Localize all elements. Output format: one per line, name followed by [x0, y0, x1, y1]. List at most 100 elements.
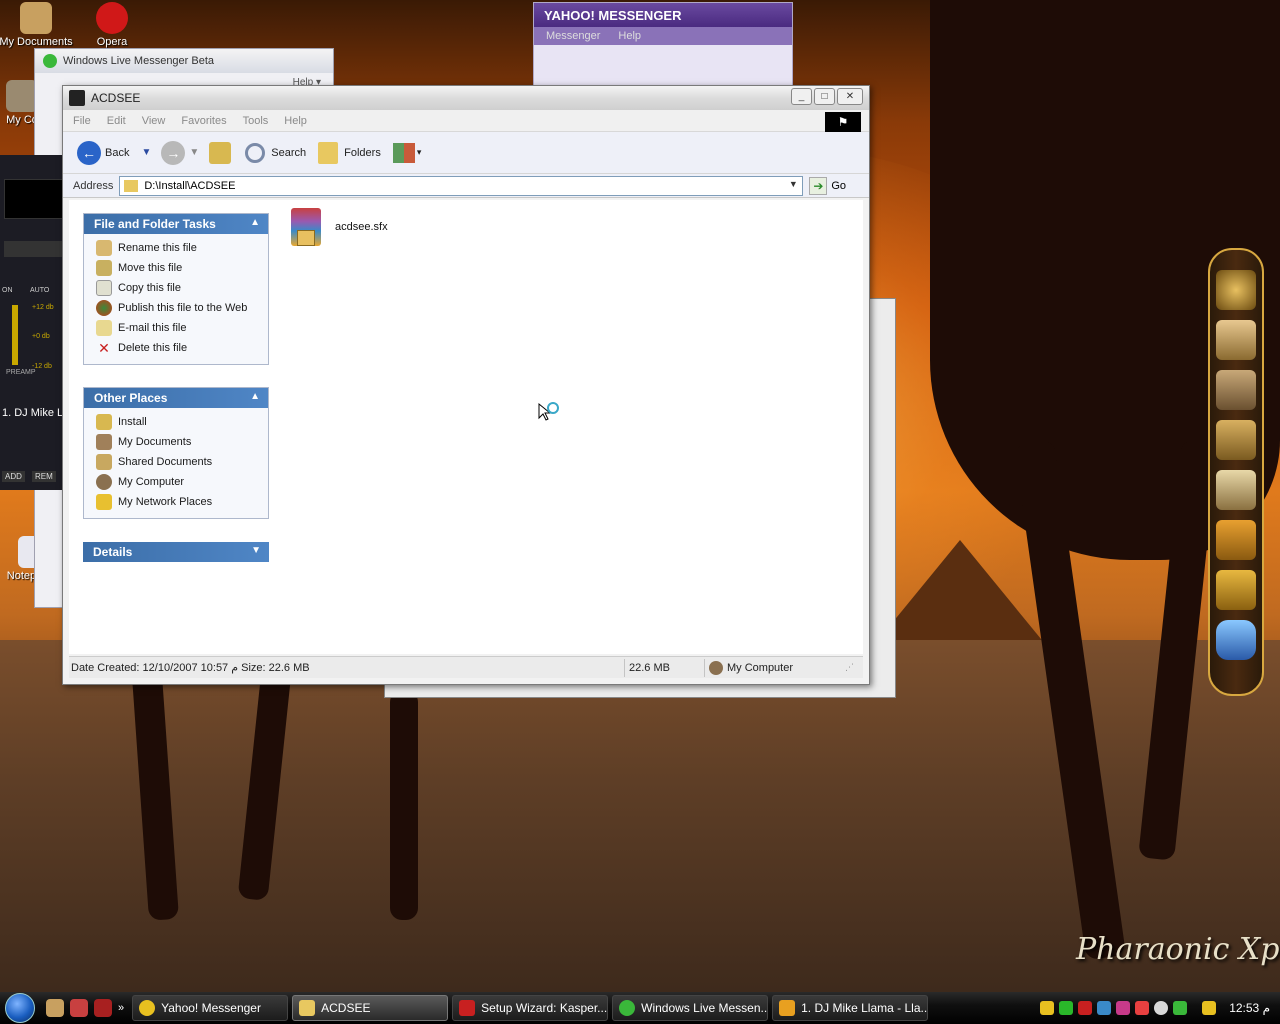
clock[interactable]: 12:53 م [1229, 1001, 1270, 1015]
side-dock [1208, 248, 1264, 696]
pharaoh-mask-icon[interactable] [1216, 270, 1256, 310]
winamp-eq-on[interactable]: ON [2, 287, 13, 294]
views-dropdown-icon: ▾ [416, 147, 422, 157]
menu-edit[interactable]: Edit [107, 115, 126, 127]
other-places-panel: Other Places ▲ Install My Documents Shar… [83, 387, 269, 519]
address-dropdown-icon[interactable]: ▼ [786, 179, 800, 193]
menu-view[interactable]: View [142, 115, 166, 127]
explorer-titlebar[interactable]: ACDSEE _ □ ✕ [63, 86, 869, 110]
place-network[interactable]: My Network Places [96, 492, 268, 512]
desktop-icon-opera[interactable]: Opera [72, 2, 152, 48]
window-controls: _ □ ✕ [789, 88, 863, 105]
kaspersky-tray-icon[interactable] [1078, 1001, 1093, 1015]
taskbar-acdsee[interactable]: ACDSEE [292, 995, 449, 1021]
menu-file[interactable]: File [73, 115, 91, 127]
address-label: Address [73, 179, 114, 192]
quicklaunch-opera-icon[interactable] [94, 999, 112, 1017]
battery-icon[interactable] [1173, 1001, 1188, 1015]
place-install[interactable]: Install [96, 412, 268, 432]
place-shared-documents[interactable]: Shared Documents [96, 452, 268, 472]
opera-icon [96, 2, 128, 34]
harp-icon[interactable] [1216, 420, 1256, 460]
forward-button[interactable]: → [161, 140, 186, 165]
taskbar: » Yahoo! Messenger ACDSEE Setup Wizard: … [0, 992, 1280, 1024]
details-header[interactable]: Details ▼ [83, 542, 269, 562]
collapse-icon[interactable]: ▲ [250, 217, 260, 228]
papyrus-icon[interactable] [1216, 470, 1256, 510]
task-publish[interactable]: Publish this file to the Web [96, 298, 268, 318]
blue-capsule-icon[interactable] [1216, 620, 1256, 660]
place-my-documents[interactable]: My Documents [96, 432, 268, 452]
file-item[interactable]: acdsee.sfx [287, 204, 388, 250]
content-area[interactable]: File and Folder Tasks ▲ Rename this file… [69, 200, 863, 654]
task-email[interactable]: E-mail this file [96, 318, 268, 338]
start-button[interactable] [0, 992, 40, 1024]
shield-icon[interactable] [1040, 1001, 1055, 1015]
menu-help[interactable]: Help [284, 115, 307, 127]
winamp-tray-icon[interactable] [1202, 1001, 1217, 1015]
place-my-computer[interactable]: My Computer [96, 472, 268, 492]
winamp-preamp-slider[interactable] [12, 305, 18, 365]
flag-icon[interactable] [1059, 1001, 1074, 1015]
up-folder-icon[interactable] [209, 141, 232, 164]
minimize-button[interactable]: _ [791, 88, 812, 105]
taskbar-winamp[interactable]: 1. DJ Mike Llama - Lla... [772, 995, 929, 1021]
winamp-rem-button[interactable]: REM [32, 471, 56, 482]
winamp-add-button[interactable]: ADD [2, 471, 25, 482]
collapse-icon[interactable]: ▲ [250, 391, 260, 402]
task-move[interactable]: Move this file [96, 258, 268, 278]
resize-grip-icon[interactable]: ⋰ [845, 662, 854, 673]
menu-favorites[interactable]: Favorites [181, 115, 226, 127]
file-folder-tasks-header[interactable]: File and Folder Tasks ▲ [84, 214, 268, 234]
search-label: Search [271, 146, 307, 159]
winamp-visualizer [4, 179, 64, 219]
folders-button[interactable]: Folders [318, 141, 381, 164]
search-button[interactable]: Search [245, 142, 307, 163]
tray-app-icon[interactable] [1135, 1001, 1150, 1015]
task-rename[interactable]: Rename this file [96, 238, 268, 258]
other-places-header[interactable]: Other Places ▲ [84, 388, 268, 408]
views-button[interactable]: ▾ [392, 142, 422, 163]
pyramids-icon[interactable] [1216, 320, 1256, 360]
network-icon[interactable] [1097, 1001, 1112, 1015]
back-button[interactable]: ← Back [77, 140, 129, 165]
quicklaunch-pharaoh-icon[interactable] [46, 999, 64, 1017]
delete-icon: ✕ [98, 340, 110, 356]
taskbar-kaspersky[interactable]: Setup Wizard: Kasper... [452, 995, 609, 1021]
yahoo-menu-help[interactable]: Help [618, 30, 641, 42]
address-input[interactable]: D:\Install\ACDSEE ▼ [119, 175, 804, 196]
go-button[interactable]: ➔ Go [809, 176, 846, 195]
winamp-eq-zero: +0 db [32, 333, 50, 340]
quicklaunch-media-icon[interactable] [70, 999, 88, 1017]
yahoo-menu-messenger[interactable]: Messenger [546, 30, 600, 42]
expand-icon[interactable]: ▼ [251, 545, 261, 556]
close-button[interactable]: ✕ [837, 88, 863, 105]
winamp-transport[interactable] [4, 241, 64, 257]
scribe-statue-icon[interactable] [1216, 370, 1256, 410]
r-badge-icon[interactable] [1216, 570, 1256, 610]
taskbar-yahoo[interactable]: Yahoo! Messenger [132, 995, 289, 1021]
task-delete[interactable]: ✕ Delete this file [96, 338, 268, 358]
my-computer-icon [709, 660, 723, 675]
quicklaunch-overflow-icon[interactable]: » [118, 1002, 124, 1014]
menu-tools[interactable]: Tools [243, 115, 269, 127]
yahoo-title: YAHOO! MESSENGER [534, 3, 792, 27]
tools-icon[interactable] [1216, 520, 1256, 560]
task-copy[interactable]: Copy this file [96, 278, 268, 298]
acdsee-app-icon [69, 90, 85, 106]
forward-dropdown-icon[interactable]: ▼ [189, 147, 199, 158]
network-places-icon [96, 494, 112, 510]
maximize-button[interactable]: □ [814, 88, 835, 105]
status-bar: Date Created: 12/10/2007 10:57 م Size: 2… [69, 656, 863, 678]
taskbar-wlm[interactable]: Windows Live Messen... [612, 995, 769, 1021]
desktop-icon-my-documents[interactable]: My Documents [0, 2, 76, 48]
yahoo-icon [139, 1000, 156, 1016]
explorer-window[interactable]: ACDSEE _ □ ✕ File Edit View Favorites To… [62, 85, 870, 685]
folders-label: Folders [344, 146, 381, 159]
winamp-eq-auto[interactable]: AUTO [30, 287, 49, 294]
volume-icon[interactable] [1154, 1001, 1169, 1015]
messenger-tray-icon[interactable] [1116, 1001, 1131, 1015]
winamp-player[interactable]: ON AUTO +12 db +0 db -12 db PREAMP 1. DJ… [0, 155, 75, 490]
wlm-icon [619, 1000, 636, 1016]
back-dropdown-icon[interactable]: ▼ [141, 147, 151, 158]
